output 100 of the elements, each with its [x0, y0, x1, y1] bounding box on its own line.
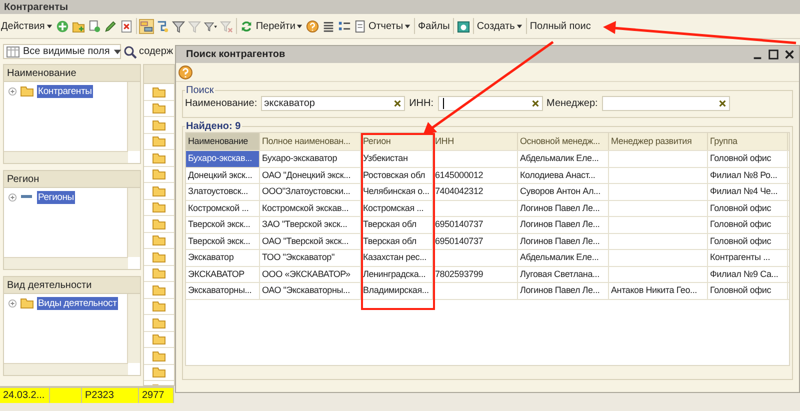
table-row[interactable]: Экскаваторны... ОАО "Экскаваторны... Владимирская... Логинов Павел Ле... Антаков Никита Гео... Головной офис — [186, 283, 789, 300]
refresh-icon[interactable] — [240, 20, 253, 32]
expand-icon[interactable] — [8, 86, 17, 96]
filter-icon[interactable] — [172, 20, 185, 32]
window-title: Контрагенты — [4, 2, 68, 12]
search-icon[interactable] — [123, 44, 137, 58]
column-header[interactable]: Менеджер развития — [609, 133, 708, 150]
column-header[interactable]: Полное наименован... — [260, 133, 361, 150]
table-row[interactable]: Тверской экск... ЗАО "Тверской экск... Тверская обл 6950140737 Логинов Павел Ле... Головной офис — [186, 217, 789, 234]
table-cell: Ростовская обл — [361, 168, 433, 183]
table-cell: Златоустовск... — [186, 184, 260, 200]
table-icon — [6, 44, 20, 58]
table-cell: Головной офис — [708, 151, 788, 166]
table-cell: P2323 — [82, 388, 139, 403]
table-cell: Тверская обл — [361, 217, 433, 232]
table-row[interactable]: Экскаватор ТОО "Экскаватор" Казахстан рес... Абдельмалик Еле... Контрагенты ... — [186, 250, 789, 266]
folder-icon — [152, 299, 166, 314]
delete-icon[interactable] — [120, 20, 133, 32]
full-search-button[interactable]: Полный поис — [530, 20, 591, 32]
table-row[interactable]: Златоустовск... ООО"Златоустовски... Челябинская о... 7404042312 Суворов Антон Ал... Филиал №4 Че... — [186, 184, 789, 200]
maximize-icon[interactable] — [768, 49, 779, 60]
pencil-icon[interactable] — [104, 20, 117, 32]
add-icon[interactable] — [56, 20, 69, 32]
table-row[interactable]: Тверской экск... ОАО "Тверской экск... Тверская обл 6950140737 Логинов Павел Ле... Головной офис — [186, 234, 789, 250]
expand-icon[interactable] — [8, 298, 17, 308]
tree-item[interactable]: Контрагенты — [37, 84, 93, 98]
table-cell: Бухаро-экскав... — [186, 151, 260, 166]
search-field[interactable] — [602, 96, 730, 111]
clear-icon[interactable] — [718, 99, 727, 108]
clear-icon[interactable] — [530, 99, 540, 108]
table-row[interactable]: Бухаро-экскав... Бухаро-экскаватор Узбекистан Абдельмалик Еле... Головной офис — [186, 151, 789, 168]
document-icon[interactable] — [456, 20, 470, 32]
folder-icon — [152, 134, 166, 148]
help-icon[interactable] — [306, 20, 320, 32]
clear-icon[interactable] — [393, 99, 402, 108]
table-cell: Головной офис — [708, 200, 788, 216]
tree-view-icon[interactable] — [140, 20, 153, 32]
folder-icon — [152, 84, 166, 99]
field-label: Наименование: — [185, 98, 258, 109]
table-cell: 6950140737 — [433, 234, 518, 249]
dialog-title: Поиск контрагентов — [186, 49, 286, 60]
checklist-icon[interactable] — [338, 20, 352, 32]
caret-icon — [516, 22, 523, 30]
table-cell: Абдельмалик Еле... — [518, 151, 609, 166]
table-cell: Ленинградска... — [361, 266, 433, 282]
goto-menu[interactable]: Перейти — [256, 20, 304, 32]
column-header[interactable]: Наименование — [186, 133, 260, 150]
actions-menu[interactable]: Действия — [1, 20, 53, 32]
table-cell: Головной офис — [708, 234, 788, 249]
table-cell: ОАО "Тверской экск... — [260, 234, 361, 249]
scrollbar[interactable] — [127, 294, 140, 363]
tree-item[interactable]: Виды деятельност — [37, 296, 118, 310]
table-cell: Логинов Павел Ле... — [518, 283, 609, 298]
table-cell: Луговая Светлана... — [518, 266, 609, 282]
scrollbar[interactable] — [127, 82, 140, 151]
table-cell: Филиал №9 Са... — [708, 266, 788, 282]
table-cell: ОАО "Донецкий экск... — [260, 168, 361, 183]
table-cell: Костромская ... — [361, 200, 433, 216]
tree-item[interactable]: Регионы — [37, 190, 75, 204]
group-title: Найдено: 9 — [185, 121, 242, 132]
folder-icon — [152, 167, 166, 182]
list-row[interactable]: 24.03.2... P2323 2977 — [0, 386, 174, 403]
table-row[interactable]: Донецкий экск... ОАО "Донецкий экск... Ростовская обл 6145000012 Колодиева Анаст... Филиал №8 Ро... — [186, 168, 789, 184]
table-cell: ТОО "Экскаватор" — [260, 250, 361, 266]
reports-menu[interactable]: Отчеты — [354, 20, 412, 32]
table-cell: Костромской экскав... — [260, 200, 361, 216]
table-cell: Головной офис — [708, 217, 788, 232]
table-row[interactable]: ЭКСКАВАТОР ООО «ЭКСКАВАТОР» Ленинградска... 7802593799 Луговая Светлана... Филиал №9 Са... — [186, 266, 789, 283]
create-menu[interactable]: Создать — [476, 20, 523, 32]
panel-title: Вид деятельности — [7, 280, 92, 290]
files-button[interactable]: Файлы — [418, 20, 450, 32]
panel-title: Наименование — [7, 68, 76, 78]
filter-dropdown-icon[interactable] — [204, 20, 217, 32]
folder-icon — [152, 101, 166, 116]
scrollbar[interactable] — [127, 188, 140, 257]
list-icon[interactable] — [322, 20, 336, 32]
table-cell: ОАО "Экскаваторны... — [260, 283, 361, 298]
copy-icon[interactable] — [88, 20, 101, 32]
folder-add-icon[interactable] — [72, 20, 85, 32]
condition-label: содерж — [139, 46, 174, 57]
table-cell: Узбекистан — [361, 151, 433, 166]
table-cell: Головной офис — [708, 283, 788, 298]
table-cell: ООО «ЭКСКАВАТОР» — [260, 266, 361, 282]
table-cell: Тверская обл — [361, 234, 433, 249]
column-header[interactable]: Группа — [708, 133, 788, 150]
close-icon[interactable] — [784, 49, 795, 60]
hierarchy-icon[interactable] — [156, 20, 169, 32]
table-cell: Костромской ... — [186, 200, 260, 216]
scrollbar[interactable] — [4, 257, 128, 269]
table-row[interactable]: Костромской ... Костромской экскав... Костромская ... Логинов Павел Ле... Головной офис — [186, 200, 789, 217]
expand-icon[interactable] — [8, 192, 17, 202]
search-field[interactable] — [438, 96, 543, 111]
scrollbar[interactable] — [4, 363, 128, 375]
column-header[interactable]: Основной менедж... — [518, 133, 609, 150]
scrollbar[interactable] — [4, 151, 128, 163]
dropdown-icon[interactable] — [112, 47, 122, 56]
help-icon[interactable] — [178, 64, 193, 80]
search-field[interactable]: экскаватор — [261, 96, 406, 111]
field-select[interactable]: Все видимые поля — [3, 44, 121, 59]
table-cell: Филиал №8 Ро... — [708, 168, 788, 183]
